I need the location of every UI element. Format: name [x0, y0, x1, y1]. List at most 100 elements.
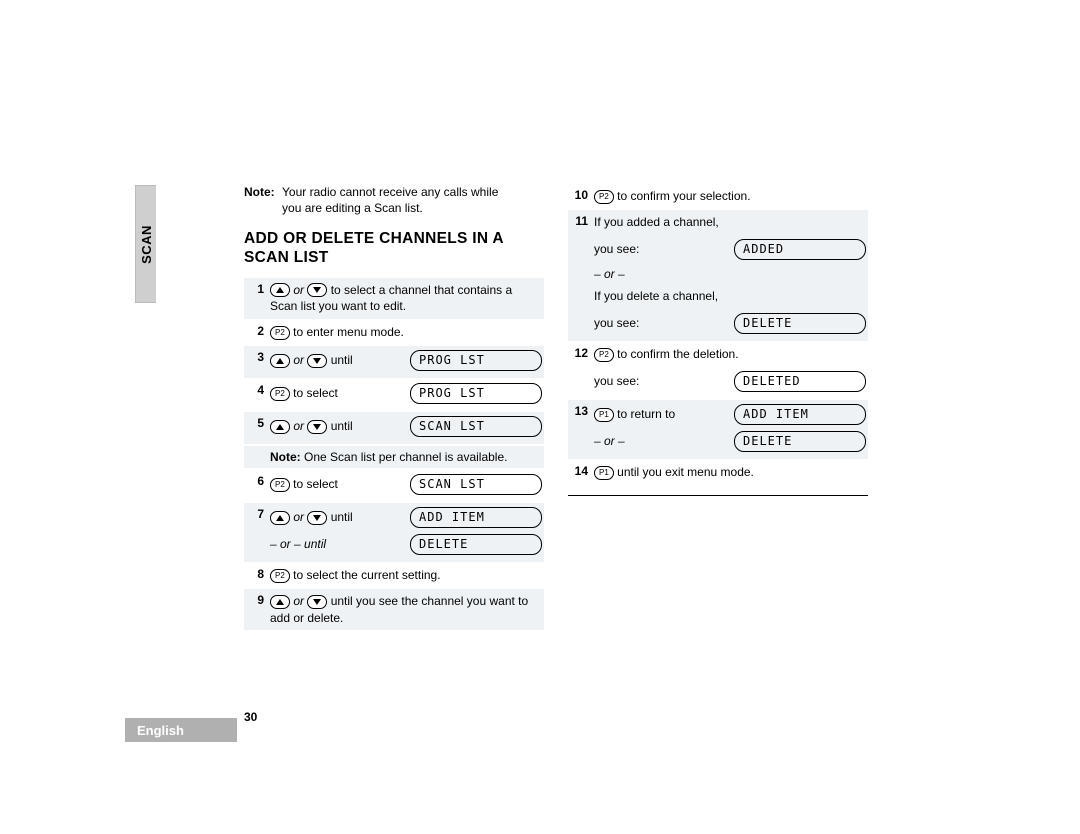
step-8: 8 P2 to select the current setting.	[244, 563, 544, 588]
step-text: to return to	[617, 407, 675, 421]
column-left: Note: Your radio cannot receive any call…	[244, 184, 544, 631]
page-heading: ADD OR DELETE CHANNELS IN A SCAN LIST	[244, 230, 544, 267]
step-number: 6	[246, 474, 270, 488]
step-body: P2 to enter menu mode.	[270, 324, 542, 341]
lcd-display: SCAN LST	[410, 474, 542, 495]
step-number: 9	[246, 593, 270, 607]
or-text: or	[293, 419, 304, 433]
step-text: to confirm your selection.	[617, 189, 750, 203]
lcd-display: ADD ITEM	[734, 404, 866, 425]
step-body: P1 to return to ADD ITEM – or – DELETE	[594, 404, 866, 455]
until-text: until	[331, 510, 353, 524]
step-body: P2 to select PROG LST	[270, 383, 542, 404]
lcd-display: DELETE	[734, 313, 866, 334]
section-divider	[568, 495, 868, 496]
step-10: 10 P2 to confirm your selection.	[568, 184, 868, 209]
step-14: 14 P1 until you exit menu mode.	[568, 460, 868, 485]
note-label: Note:	[244, 185, 275, 199]
p1-key-icon: P1	[594, 408, 614, 422]
or-text: or	[293, 510, 304, 524]
note-text: Your radio cannot receive any calls whil…	[282, 184, 518, 216]
step-number: 10	[570, 188, 594, 202]
section-tab-label: SCAN	[139, 225, 154, 264]
step-number: 12	[570, 346, 594, 360]
down-arrow-icon	[307, 511, 327, 525]
deleted-intro: If you delete a channel,	[594, 288, 866, 305]
step-6: 6 P2 to select SCAN LST	[244, 470, 544, 502]
p2-key-icon: P2	[270, 478, 290, 492]
up-arrow-icon	[270, 354, 290, 368]
step-body: or until PROG LST	[270, 350, 542, 371]
p1-key-icon: P1	[594, 466, 614, 480]
lcd-display: ADD ITEM	[410, 507, 542, 528]
down-arrow-icon	[307, 283, 327, 297]
step-text: until you exit menu mode.	[617, 465, 754, 479]
step-5: 5 or until SCAN LST	[244, 412, 544, 444]
step-text: to select	[293, 477, 338, 491]
inline-note: Note: One Scan list per channel is avail…	[244, 446, 544, 468]
step-text: to select a channel that contains a Scan…	[270, 283, 512, 314]
lcd-display: DELETED	[734, 371, 866, 392]
step-text: to confirm the deletion.	[617, 347, 738, 361]
down-arrow-icon	[307, 595, 327, 609]
or-text: or	[293, 594, 304, 608]
section-tab: SCAN	[135, 185, 156, 303]
step-text: to select	[293, 386, 338, 400]
or-until-text: – or – until	[270, 536, 326, 553]
step-number: 13	[570, 404, 594, 418]
until-text: until	[331, 353, 353, 367]
step-body: or until ADD ITEM – or – until DELETE	[270, 507, 542, 558]
step-number: 3	[246, 350, 270, 364]
p2-key-icon: P2	[594, 190, 614, 204]
p2-key-icon: P2	[270, 387, 290, 401]
step-number: 2	[246, 324, 270, 338]
up-arrow-icon	[270, 420, 290, 434]
page-number: 30	[244, 710, 257, 724]
you-see-text: you see:	[594, 241, 639, 258]
p2-key-icon: P2	[270, 326, 290, 340]
lcd-display: DELETE	[410, 534, 542, 555]
step-number: 14	[570, 464, 594, 478]
top-note: Note: Your radio cannot receive any call…	[244, 184, 544, 216]
or-divider: – or –	[594, 433, 625, 450]
step-body: or to select a channel that contains a S…	[270, 282, 542, 316]
lcd-display: PROG LST	[410, 383, 542, 404]
down-arrow-icon	[307, 420, 327, 434]
up-arrow-icon	[270, 511, 290, 525]
note-label: Note:	[270, 450, 301, 464]
down-arrow-icon	[307, 354, 327, 368]
you-see-text: you see:	[594, 373, 639, 390]
step-1: 1 or to select a channel that contains a…	[244, 278, 544, 320]
up-arrow-icon	[270, 595, 290, 609]
step-body: If you added a channel, you see: ADDED –…	[594, 214, 866, 337]
step-3: 3 or until PROG LST	[244, 346, 544, 378]
step-body: or until SCAN LST	[270, 416, 542, 437]
step-body: P2 to confirm the deletion. you see: DEL…	[594, 346, 866, 395]
until-text: until	[331, 419, 353, 433]
note-text: One Scan list per channel is available.	[304, 450, 507, 464]
p2-key-icon: P2	[270, 569, 290, 583]
step-11: 11 If you added a channel, you see: ADDE…	[568, 210, 868, 341]
you-see-text: you see:	[594, 315, 639, 332]
column-right: 10 P2 to confirm your selection. 11 If y…	[568, 184, 868, 631]
lcd-display: PROG LST	[410, 350, 542, 371]
or-divider: – or –	[594, 266, 866, 283]
step-number: 11	[570, 214, 594, 228]
step-body: P2 to select SCAN LST	[270, 474, 542, 495]
step-body: P2 to select the current setting.	[270, 567, 542, 584]
lcd-display: DELETE	[734, 431, 866, 452]
content-columns: Note: Your radio cannot receive any call…	[244, 184, 884, 631]
step-number: 4	[246, 383, 270, 397]
step-body: P2 to confirm your selection.	[594, 188, 866, 205]
language-tab: English	[125, 718, 237, 742]
step-9: 9 or until you see the channel you want …	[244, 589, 544, 631]
lcd-display: ADDED	[734, 239, 866, 260]
language-label: English	[137, 723, 184, 738]
step-7: 7 or until ADD ITEM – or – until DELE	[244, 503, 544, 562]
step-text: to select the current setting.	[293, 568, 440, 582]
step-body: or until you see the channel you want to…	[270, 593, 542, 627]
step-number: 5	[246, 416, 270, 430]
p2-key-icon: P2	[594, 348, 614, 362]
step-4: 4 P2 to select PROG LST	[244, 379, 544, 411]
step-12: 12 P2 to confirm the deletion. you see: …	[568, 342, 868, 399]
